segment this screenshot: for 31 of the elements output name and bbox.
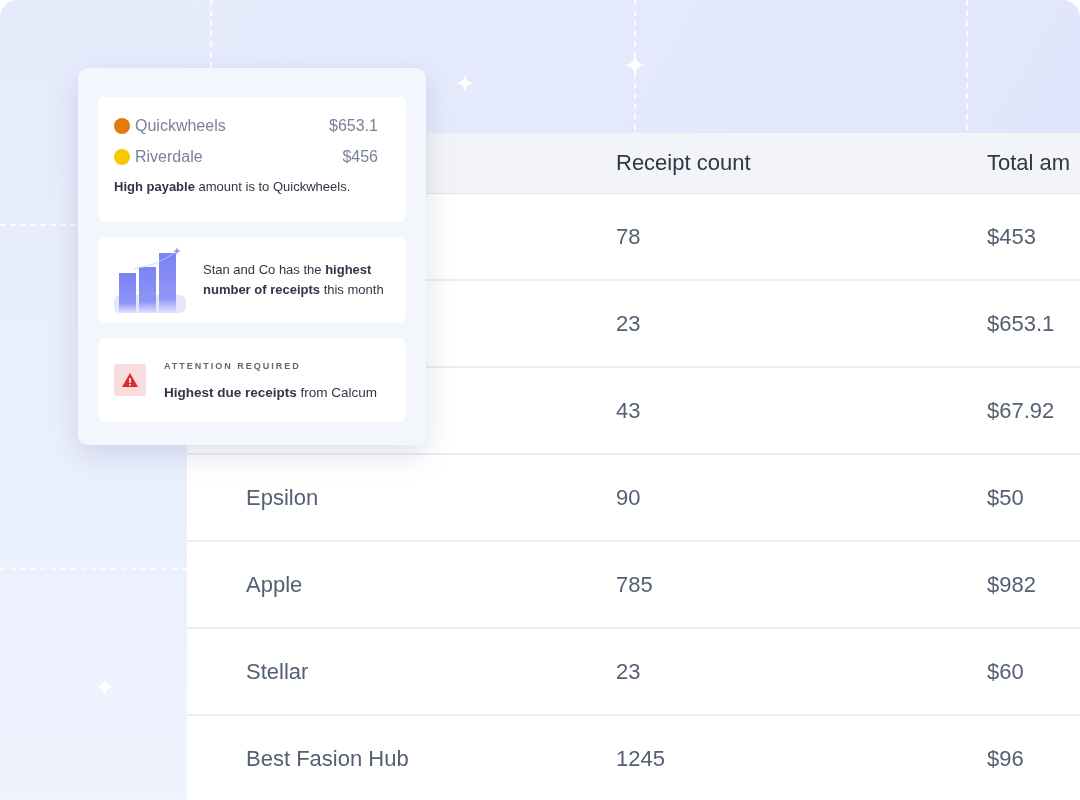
receipts-note: Stan and Co has the highest number of receipts this month [203,261,385,299]
attention-label: ATTENTION REQUIRED [164,360,302,371]
table-cell-text: $653.1 [987,310,1056,337]
warning-icon [114,364,146,396]
table-cell: Best Fasion Hub [246,745,409,771]
table-cell-text: 1245 [616,745,666,772]
table-cell: Stellar [246,658,309,684]
table-cell-text: 78 [616,223,642,250]
table-cell: Epsilon [246,484,319,510]
column-header: Receipt count [616,150,752,176]
payee-name: Quickwheels [135,117,227,135]
table-cell-text: 785 [616,571,654,598]
payee-name: Riverdale [135,148,204,166]
payable-note: High payable amount is to Quickwheels. [114,179,352,194]
table-cell: Apple [246,571,303,597]
table-cell-text: 90 [616,484,642,511]
table-cell-text: $67.92 [987,397,1056,424]
table-cell-text: $982 [987,571,1037,598]
payee-amount: $653.1 [329,117,378,135]
table-cell-text: $60 [987,658,1025,685]
table-cell-text: 23 [616,658,642,685]
table-cell-text: 43 [616,397,642,424]
table-cell-text: $50 [987,484,1025,511]
table-cell-text: 23 [616,310,642,337]
sparkle-icon [456,74,474,92]
table-cell-text: $453 [987,223,1037,250]
attention-note: Highest due receipts from Calcum [164,384,378,400]
payee-amount: $456 [342,148,378,166]
column-header: Total am [987,150,1072,176]
bar-chart-icon [114,247,186,313]
table-cell-text: $96 [987,745,1025,772]
